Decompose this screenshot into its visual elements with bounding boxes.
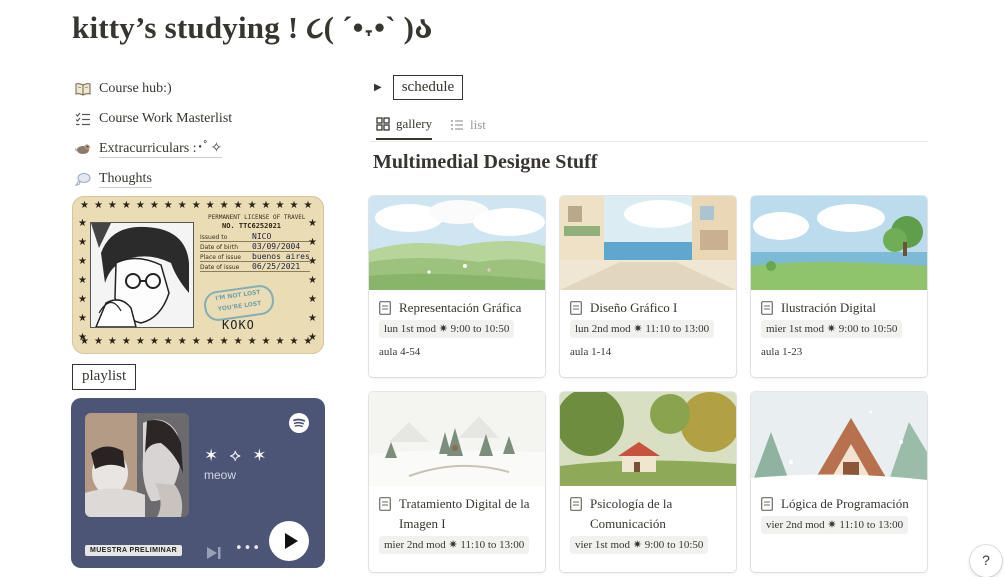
- card-title: Diseño Gráfico I: [560, 290, 736, 318]
- preview-badge: MUESTRA PRELIMINAR: [85, 545, 183, 556]
- star-border: ★★★★★★★★★★★★★★★★★★: [80, 336, 316, 347]
- page-icon: [379, 497, 391, 511]
- license-signature: KOKO: [222, 318, 255, 332]
- page-icon: [761, 497, 773, 511]
- spotify-logo-icon[interactable]: [289, 413, 309, 433]
- license-stamp: I'M NOT LOST YOU'RE LOST: [202, 283, 276, 323]
- card-title: Psicología de la Comunicación: [560, 486, 736, 534]
- card-cover-image: [751, 196, 927, 290]
- gallery-card[interactable]: Tratamiento Digital de la Imagen I mier …: [369, 392, 545, 572]
- play-icon: [285, 533, 298, 549]
- view-tabs: gallery list: [370, 109, 928, 142]
- nav-item-label: Thoughts: [99, 170, 152, 188]
- card-cover-image: [369, 196, 545, 290]
- bird-icon: [74, 141, 92, 157]
- tab-label: gallery: [396, 115, 433, 131]
- tab-list[interactable]: list: [450, 109, 486, 140]
- track-title[interactable]: ✶ ⟡ ✶: [204, 446, 270, 466]
- checklist-icon: [74, 111, 92, 127]
- gallery-grid-icon: [376, 116, 390, 131]
- page-icon: [570, 301, 582, 315]
- license-number: NO. TTC6252021: [222, 222, 282, 230]
- nav-item-thoughts[interactable]: Thoughts: [74, 164, 344, 194]
- gallery-card[interactable]: Representación Gráfica lun 1st mod ✷ 9:0…: [369, 196, 545, 377]
- license-field: Date of issue 06/25/2021: [200, 262, 310, 272]
- card-cover-image: [369, 392, 545, 486]
- schedule-tag: mier 2nd mod ✷ 11:10 to 13:00: [379, 536, 530, 554]
- license-field: Date of birth 03/09/2004: [200, 242, 310, 252]
- card-title: Ilustración Digital: [751, 290, 927, 318]
- classroom-text: aula 1-14: [570, 346, 612, 358]
- schedule-tag: mier 1st mod ✷ 9:00 to 10:50: [761, 320, 903, 338]
- card-cover-image: [560, 392, 736, 486]
- more-options-icon[interactable]: •••: [235, 541, 261, 556]
- schedule-tag: vier 1st mod ✷ 9:00 to 10:50: [570, 536, 709, 554]
- toggle-triangle-icon[interactable]: ▶: [374, 82, 382, 93]
- playlist-button[interactable]: playlist: [72, 364, 137, 390]
- travel-license-image: ★★★★★★★★★★★★★★★★★★ ★★★★★★★★★★★★★★★★★★ ★ ★…: [72, 196, 324, 354]
- toggle-label: schedule: [392, 75, 464, 100]
- license-photo: [90, 222, 194, 328]
- database-title[interactable]: Multimedial Designe Stuff: [373, 151, 597, 174]
- open-book-icon: [74, 81, 92, 97]
- spotify-player: ✶ ⟡ ✶ meow MUESTRA PRELIMINAR •••: [71, 398, 325, 568]
- classroom-text: aula 1-23: [761, 346, 803, 358]
- tab-label: list: [470, 116, 486, 132]
- nav-item-course-hub[interactable]: Course hub:): [74, 74, 344, 104]
- gallery-card[interactable]: Ilustración Digital mier 1st mod ✷ 9:00 …: [751, 196, 927, 377]
- page-icon: [761, 301, 773, 315]
- gallery-card[interactable]: Lógica de Programación vier 2nd mod ✷ 11…: [751, 392, 927, 572]
- gallery-card[interactable]: Diseño Gráfico I lun 2nd mod ✷ 11:10 to …: [560, 196, 736, 377]
- album-cover[interactable]: [85, 413, 189, 517]
- card-cover-image: [751, 392, 927, 486]
- star-border: ★ ★ ★ ★ ★ ★ ★: [308, 218, 317, 343]
- card-title: Lógica de Programación: [751, 486, 927, 514]
- help-button[interactable]: ?: [970, 545, 1002, 577]
- license-field: Issued to NICO: [200, 232, 310, 242]
- star-border: ★★★★★★★★★★★★★★★★★★: [80, 200, 316, 211]
- nav-item-course-work[interactable]: Course Work Masterlist: [74, 104, 344, 134]
- thought-bubble-icon: [74, 171, 92, 187]
- card-title: Representación Gráfica: [369, 290, 545, 318]
- license-field: Place of issue buenos aires: [200, 252, 310, 262]
- nav-item-label: Course hub:): [99, 81, 172, 96]
- schedule-tag: lun 2nd mod ✷ 11:10 to 13:00: [570, 320, 715, 338]
- license-header: PERMANENT LICENSE OF TRAVEL: [208, 214, 306, 221]
- schedule-tag: vier 2nd mod ✷ 11:10 to 13:00: [761, 516, 909, 534]
- classroom-text: aula 4-54: [379, 346, 421, 358]
- track-artist[interactable]: meow: [204, 468, 236, 482]
- card-title: Tratamiento Digital de la Imagen I: [369, 486, 545, 534]
- list-icon: [451, 119, 463, 130]
- tab-gallery[interactable]: gallery: [376, 109, 433, 140]
- page-icon: [379, 301, 391, 315]
- skip-next-icon[interactable]: [207, 546, 221, 559]
- card-cover-image: [560, 196, 736, 290]
- schedule-tag: lun 1st mod ✷ 9:00 to 10:50: [379, 320, 515, 338]
- nav-item-label: Course Work Masterlist: [99, 111, 233, 126]
- sidebar-nav: Course hub:) Course Work Masterlist Extr…: [74, 74, 344, 194]
- page-icon: [570, 497, 582, 511]
- nav-item-label: Extracurriculars :･ﾟ✧: [99, 140, 223, 158]
- nav-item-extracurriculars[interactable]: Extracurriculars :･ﾟ✧: [74, 134, 344, 164]
- play-button[interactable]: [269, 521, 309, 561]
- page-title: kitty’s studying ! ૮( ˊ•˕•ˋ )ა: [72, 10, 433, 45]
- star-border: ★ ★ ★ ★ ★ ★ ★: [78, 218, 87, 343]
- schedule-toggle[interactable]: ▶ schedule: [374, 75, 464, 100]
- gallery-card[interactable]: Psicología de la Comunicación vier 1st m…: [560, 392, 736, 572]
